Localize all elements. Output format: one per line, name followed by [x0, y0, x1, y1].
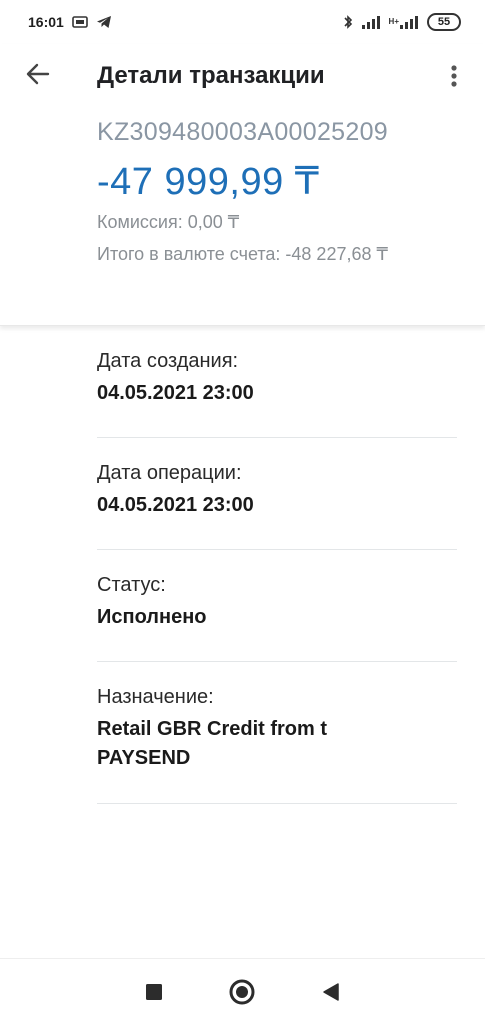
detail-row-created: Дата создания: 04.05.2021 23:00 [97, 326, 457, 438]
detail-value: Исполнено [97, 606, 207, 628]
detail-value: 04.05.2021 23:00 [97, 494, 254, 516]
account-number: KZ309480003A00025209 [97, 118, 388, 146]
home-button[interactable] [222, 972, 262, 1012]
detail-value: Retail GBR Credit from t PAYSEND [97, 718, 328, 769]
status-bar-left: 16:01 [28, 14, 112, 30]
battery-icon: 55 [427, 13, 461, 31]
screen: 16:01 H+ 55 Детали транзакции KZ30948000… [0, 0, 485, 1024]
back-nav-button[interactable] [311, 972, 351, 1012]
detail-label: Дата создания: [97, 350, 239, 372]
arrow-left-icon [26, 63, 50, 85]
signal-icon-2: H+ [389, 15, 419, 29]
status-bar: 16:01 H+ 55 [0, 0, 485, 44]
more-vertical-icon [451, 65, 457, 87]
detail-row-status: Статус: Исполнено [97, 550, 457, 662]
triangle-back-icon [323, 982, 339, 1001]
detail-label: Статус: [97, 574, 166, 596]
gps-icon [72, 16, 88, 28]
circle-icon [229, 979, 255, 1004]
system-nav-bar [0, 958, 485, 1024]
bluetooth-icon [343, 14, 353, 30]
recents-button[interactable] [134, 972, 174, 1012]
page-title: Детали транзакции [97, 62, 325, 89]
transaction-header: Детали транзакции KZ309480003A00025209 -… [0, 44, 485, 326]
status-time: 16:01 [28, 14, 64, 30]
back-button[interactable] [22, 58, 54, 90]
transaction-amount: -47 999,99 ₸ [97, 161, 320, 203]
signal-icon [361, 15, 381, 29]
square-icon [146, 983, 163, 1000]
detail-row-purpose: Назначение: Retail GBR Credit from t PAY… [97, 662, 457, 804]
more-options-button[interactable] [438, 60, 470, 92]
commission-text: Комиссия: 0,00 ₸ [97, 212, 240, 232]
network-type-label: H+ [388, 17, 399, 26]
detail-label: Назначение: [97, 686, 214, 708]
detail-row-operation-date: Дата операции: 04.05.2021 23:00 [97, 438, 457, 550]
detail-label: Дата операции: [97, 462, 242, 484]
details-list: Дата создания: 04.05.2021 23:00 Дата опе… [0, 326, 485, 804]
detail-value: 04.05.2021 23:00 [97, 382, 254, 404]
total-in-account-currency: Итого в валюте счета: -48 227,68 ₸ [97, 244, 388, 264]
status-bar-right: H+ 55 [343, 13, 461, 31]
telegram-icon [96, 15, 112, 29]
